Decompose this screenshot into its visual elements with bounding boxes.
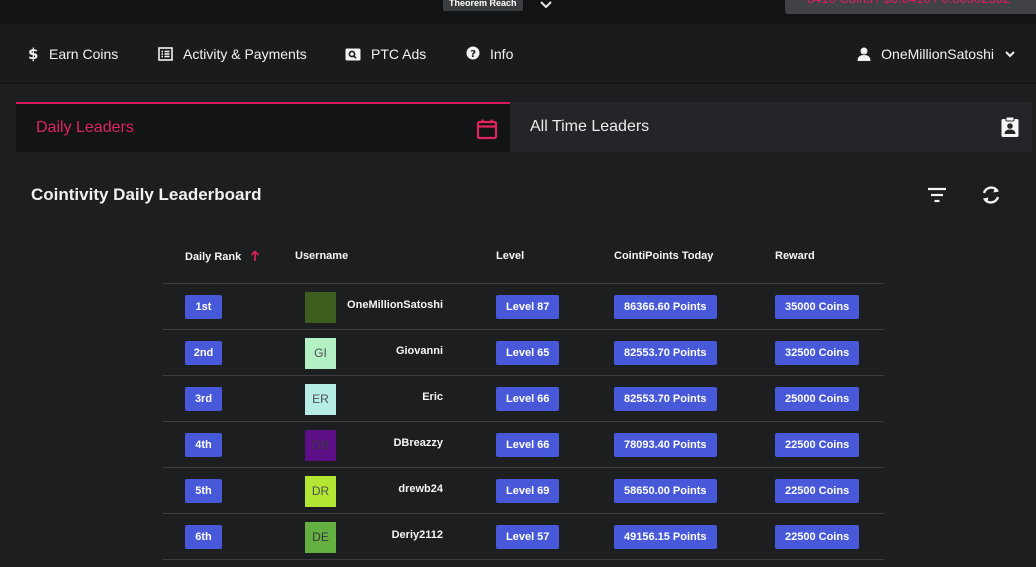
- svg-text:?: ?: [470, 49, 476, 60]
- column-header-points[interactable]: CointiPoints Today: [614, 250, 713, 262]
- username[interactable]: drewb24: [398, 483, 443, 495]
- points-badge: 49156.15 Points: [614, 525, 717, 549]
- table-row[interactable]: 3rd ER Eric Level 66 82553.70 Points 25000 Co…: [163, 376, 884, 422]
- reward-badge: 22500 Coins: [775, 433, 860, 457]
- rank-badge: 4th: [185, 433, 222, 457]
- reward-badge: 25000 Coins: [775, 387, 860, 411]
- level-badge: Level 57: [496, 525, 560, 549]
- username[interactable]: DBreazzy: [393, 437, 443, 449]
- avatar[interactable]: GI: [305, 338, 336, 369]
- table-header: Daily Rank Username Level CointiPoints T…: [163, 236, 884, 284]
- avatar[interactable]: [305, 292, 336, 323]
- top-strip: Theorem Reach 8410 Coins / $0.8410 / 0.0…: [0, 0, 1036, 24]
- username[interactable]: Deriy2112: [392, 529, 443, 541]
- rank-badge: 1st: [185, 295, 222, 319]
- nav-activity-payments[interactable]: Activity & Payments: [158, 24, 307, 84]
- tab-daily-leaders-label: Daily Leaders: [36, 119, 134, 136]
- level-badge: Level 66: [496, 387, 560, 411]
- rank-badge: 2nd: [185, 341, 222, 365]
- table-row[interactable]: 2nd GI Giovanni Level 65 82553.70 Points 3250…: [163, 330, 884, 376]
- leaderboard-table: Daily Rank Username Level CointiPoints T…: [163, 236, 884, 560]
- theorem-reach-label[interactable]: Theorem Reach: [443, 0, 523, 11]
- chevron-down-icon: [1004, 49, 1016, 59]
- tab-all-time-leaders[interactable]: All Time Leaders: [510, 102, 1032, 152]
- level-badge: Level 66: [496, 433, 560, 457]
- reward-badge: 35000 Coins: [775, 295, 860, 319]
- level-badge: Level 65: [496, 341, 560, 365]
- username[interactable]: Eric: [422, 391, 443, 403]
- points-badge: 86366.60 Points: [614, 295, 717, 319]
- table-row[interactable]: 5th DR drewb24 Level 69 58650.00 Points 22500…: [163, 468, 884, 514]
- tab-all-time-leaders-label: All Time Leaders: [530, 118, 650, 135]
- nav-info[interactable]: ? Info: [466, 24, 513, 84]
- level-badge: Level 69: [496, 479, 560, 503]
- column-header-reward[interactable]: Reward: [775, 250, 815, 262]
- table-row[interactable]: 6th DE Deriy2112 Level 57 49156.15 Points 225…: [163, 514, 884, 560]
- column-header-username[interactable]: Username: [295, 250, 348, 262]
- avatar[interactable]: DR: [305, 476, 336, 507]
- tab-daily-leaders[interactable]: Daily Leaders: [16, 102, 510, 152]
- points-badge: 82553.70 Points: [614, 341, 717, 365]
- user-menu[interactable]: OneMillionSatoshi: [857, 24, 1016, 84]
- ad-icon: [345, 48, 361, 61]
- nav-ptc-ads-label: PTC Ads: [371, 46, 427, 62]
- points-badge: 82553.70 Points: [614, 387, 717, 411]
- points-badge: 58650.00 Points: [614, 479, 717, 503]
- user-icon: [857, 47, 871, 61]
- avatar[interactable]: DE: [305, 522, 336, 553]
- rank-badge: 3rd: [185, 387, 222, 411]
- table-body: 1st OneMillionSatoshi Level 87 86366.60 Poi…: [163, 284, 884, 560]
- reward-badge: 22500 Coins: [775, 479, 860, 503]
- table-row[interactable]: 1st OneMillionSatoshi Level 87 86366.60 Poi…: [163, 284, 884, 330]
- points-badge: 78093.40 Points: [614, 433, 717, 457]
- leader-tabs: Daily Leaders All Time Leaders: [16, 102, 1032, 152]
- nav-info-label: Info: [490, 46, 514, 62]
- filter-icon[interactable]: [926, 185, 948, 205]
- rank-badge: 6th: [185, 525, 222, 549]
- nav-ptc-ads[interactable]: PTC Ads: [345, 24, 426, 84]
- clipboard-user-icon: [1000, 116, 1020, 143]
- rank-badge: 5th: [185, 479, 222, 503]
- reward-badge: 22500 Coins: [775, 525, 860, 549]
- nav-earn-coins[interactable]: $ Earn Coins: [27, 24, 118, 84]
- sort-arrow-up-icon: [250, 250, 260, 265]
- nav-activity-payments-label: Activity & Payments: [183, 46, 307, 62]
- refresh-icon[interactable]: [979, 184, 1003, 206]
- table-row[interactable]: 4th DB DBreazzy Level 66 78093.40 Points 2250…: [163, 422, 884, 468]
- column-header-rank[interactable]: Daily Rank: [185, 250, 260, 265]
- avatar[interactable]: DB: [305, 430, 336, 461]
- username[interactable]: Giovanni: [396, 345, 443, 357]
- user-name: OneMillionSatoshi: [881, 46, 994, 62]
- reward-badge: 32500 Coins: [775, 341, 860, 365]
- chevron-down-icon[interactable]: [538, 0, 554, 12]
- svg-text:$: $: [28, 46, 38, 62]
- leaderboard-title: Cointivity Daily Leaderboard: [31, 185, 262, 204]
- list-icon: [158, 47, 173, 61]
- main-navbar: $ Earn Coins Activity & Payments PTC Ads…: [0, 24, 1036, 84]
- coin-balance: 8410 Coins / $0.8410 / 0.00002332: [785, 0, 1036, 14]
- username[interactable]: OneMillionSatoshi: [347, 299, 443, 311]
- column-header-level[interactable]: Level: [496, 250, 524, 262]
- calendar-icon: [476, 118, 498, 145]
- help-icon: ?: [466, 46, 480, 62]
- dollar-icon: $: [27, 46, 39, 62]
- level-badge: Level 87: [496, 295, 560, 319]
- avatar[interactable]: ER: [305, 384, 336, 415]
- nav-earn-coins-label: Earn Coins: [49, 46, 119, 62]
